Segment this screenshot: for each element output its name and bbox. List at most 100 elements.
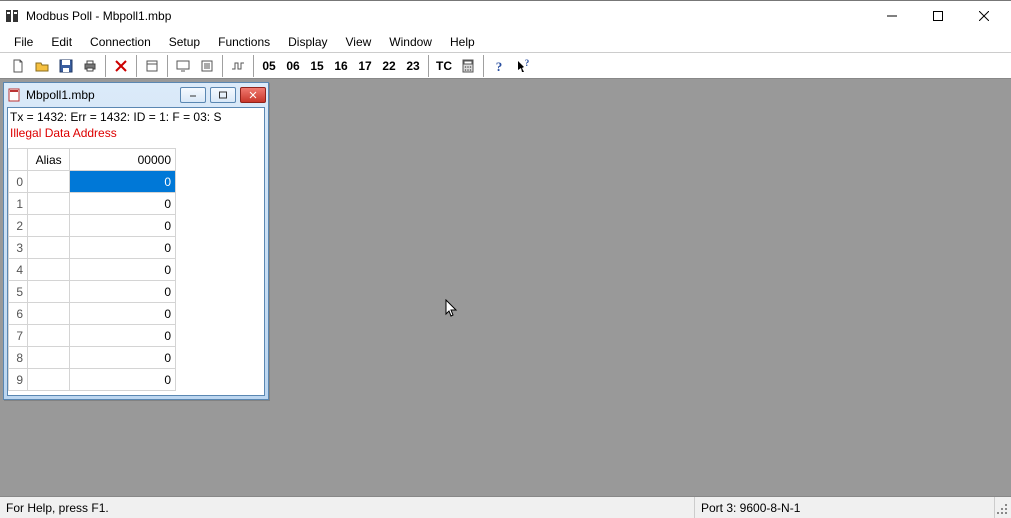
print-button[interactable]: [79, 55, 101, 77]
menu-view[interactable]: View: [338, 33, 380, 51]
table-row[interactable]: 30: [9, 237, 176, 259]
table-row[interactable]: 70: [9, 325, 176, 347]
delete-button[interactable]: [110, 55, 132, 77]
save-button[interactable]: [55, 55, 77, 77]
status-bar: For Help, press F1. Port 3: 9600-8-N-1: [0, 496, 1011, 518]
child-minimize-button[interactable]: [180, 87, 206, 103]
close-button[interactable]: [961, 1, 1007, 31]
function-15-button[interactable]: 15: [306, 55, 328, 77]
child-title: Mbpoll1.mbp: [26, 88, 180, 102]
value-cell[interactable]: 0: [70, 171, 176, 193]
menu-file[interactable]: File: [6, 33, 41, 51]
child-title-bar[interactable]: Mbpoll1.mbp: [4, 83, 268, 107]
cursor-icon: [445, 299, 459, 322]
function-23-button[interactable]: 23: [402, 55, 424, 77]
alias-cell[interactable]: [28, 171, 70, 193]
function-16-button[interactable]: 16: [330, 55, 352, 77]
menu-help[interactable]: Help: [442, 33, 483, 51]
value-cell[interactable]: 0: [70, 259, 176, 281]
child-window[interactable]: Mbpoll1.mbp Tx = 1432: Err = 1432: ID = …: [3, 82, 269, 400]
svg-text:?: ?: [496, 59, 503, 73]
monitor-button[interactable]: [172, 55, 194, 77]
alias-cell[interactable]: [28, 369, 70, 391]
child-body: Tx = 1432: Err = 1432: ID = 1: F = 03: S…: [7, 107, 265, 396]
menu-bar: FileEditConnectionSetupFunctionsDisplayV…: [0, 31, 1011, 53]
app-window: Modbus Poll - Mbpoll1.mbp FileEditConnec…: [0, 0, 1011, 518]
alias-cell[interactable]: [28, 347, 70, 369]
log-button[interactable]: [196, 55, 218, 77]
function-22-button[interactable]: 22: [378, 55, 400, 77]
alias-cell[interactable]: [28, 281, 70, 303]
window-controls: [869, 1, 1007, 31]
table-row[interactable]: 40: [9, 259, 176, 281]
table-row[interactable]: 80: [9, 347, 176, 369]
table-row[interactable]: 50: [9, 281, 176, 303]
minimize-button[interactable]: [869, 1, 915, 31]
alias-cell[interactable]: [28, 215, 70, 237]
mdi-client-area[interactable]: Mbpoll1.mbp Tx = 1432: Err = 1432: ID = …: [0, 79, 1011, 496]
toolbar-handle[interactable]: [2, 53, 6, 78]
alias-cell[interactable]: [28, 259, 70, 281]
new-button[interactable]: [7, 55, 29, 77]
row-index: 1: [9, 193, 28, 215]
alias-header[interactable]: Alias: [28, 149, 70, 171]
menu-edit[interactable]: Edit: [43, 33, 80, 51]
row-index: 4: [9, 259, 28, 281]
value-header[interactable]: 00000: [70, 149, 176, 171]
row-index: 0: [9, 171, 28, 193]
alias-cell[interactable]: [28, 237, 70, 259]
table-row[interactable]: 20: [9, 215, 176, 237]
calculator-button[interactable]: [457, 55, 479, 77]
menu-window[interactable]: Window: [381, 33, 440, 51]
tc-button[interactable]: TC: [433, 55, 455, 77]
alias-cell[interactable]: [28, 325, 70, 347]
table-row[interactable]: 90: [9, 369, 176, 391]
status-lines: Tx = 1432: Err = 1432: ID = 1: F = 03: S…: [8, 108, 264, 142]
menu-functions[interactable]: Functions: [210, 33, 278, 51]
alias-cell[interactable]: [28, 193, 70, 215]
function-17-button[interactable]: 17: [354, 55, 376, 77]
register-grid[interactable]: Alias 00000 00102030405060708090: [8, 148, 176, 391]
menu-display[interactable]: Display: [280, 33, 335, 51]
alias-cell[interactable]: [28, 303, 70, 325]
window-title: Modbus Poll - Mbpoll1.mbp: [26, 9, 869, 23]
value-cell[interactable]: 0: [70, 347, 176, 369]
value-cell[interactable]: 0: [70, 281, 176, 303]
resize-grip[interactable]: [995, 497, 1011, 518]
value-cell[interactable]: 0: [70, 303, 176, 325]
value-cell[interactable]: 0: [70, 369, 176, 391]
help-button[interactable]: ?: [488, 55, 510, 77]
table-row[interactable]: 60: [9, 303, 176, 325]
status-port: Port 3: 9600-8-N-1: [695, 497, 995, 518]
value-cell[interactable]: 0: [70, 215, 176, 237]
table-row[interactable]: 10: [9, 193, 176, 215]
row-index: 7: [9, 325, 28, 347]
row-index: 8: [9, 347, 28, 369]
child-close-button[interactable]: [240, 87, 266, 103]
status-help: For Help, press F1.: [0, 497, 695, 518]
svg-text:?: ?: [525, 59, 530, 68]
title-bar[interactable]: Modbus Poll - Mbpoll1.mbp: [0, 1, 1011, 31]
app-icon: [4, 8, 20, 24]
row-index: 5: [9, 281, 28, 303]
open-button[interactable]: [31, 55, 53, 77]
value-cell[interactable]: 0: [70, 237, 176, 259]
menu-connection[interactable]: Connection: [82, 33, 159, 51]
toolbar: 05061516172223 TC ? ?: [0, 53, 1011, 79]
child-maximize-button[interactable]: [210, 87, 236, 103]
menu-setup[interactable]: Setup: [161, 33, 208, 51]
pulse-button[interactable]: [227, 55, 249, 77]
row-index: 9: [9, 369, 28, 391]
context-help-button[interactable]: ?: [512, 55, 534, 77]
maximize-button[interactable]: [915, 1, 961, 31]
function-06-button[interactable]: 06: [282, 55, 304, 77]
function-05-button[interactable]: 05: [258, 55, 280, 77]
value-cell[interactable]: 0: [70, 325, 176, 347]
tx-status-line: Tx = 1432: Err = 1432: ID = 1: F = 03: S: [10, 109, 262, 125]
value-cell[interactable]: 0: [70, 193, 176, 215]
row-index: 6: [9, 303, 28, 325]
table-row[interactable]: 00: [9, 171, 176, 193]
error-line: Illegal Data Address: [10, 125, 262, 141]
child-window-controls: [180, 87, 266, 103]
definition-button[interactable]: [141, 55, 163, 77]
